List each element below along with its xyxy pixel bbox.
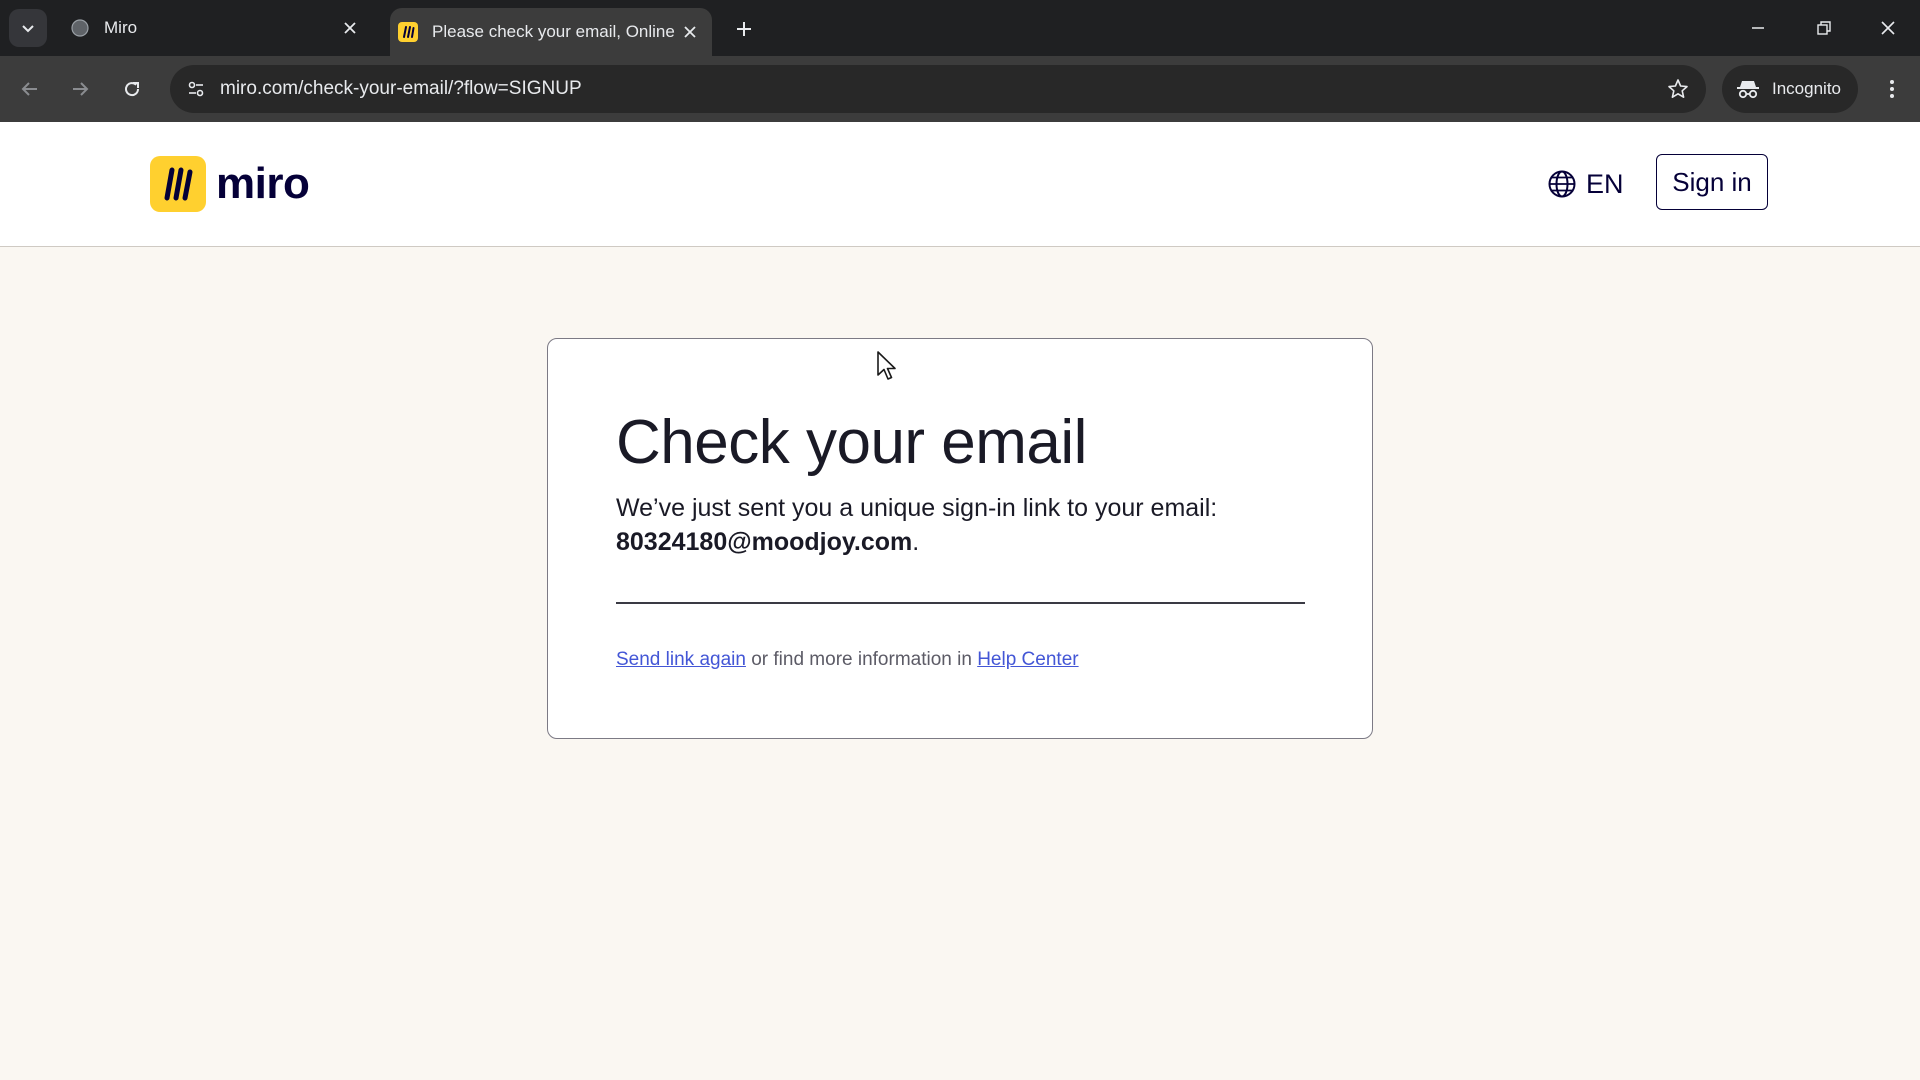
plus-icon — [737, 22, 751, 36]
close-tab-icon[interactable] — [336, 14, 364, 42]
url-text[interactable]: miro.com/check-your-email/?flow=SIGNUP — [220, 65, 582, 113]
tab-title: Miro — [104, 18, 138, 37]
incognito-indicator[interactable]: Incognito — [1722, 65, 1858, 113]
send-link-again-link[interactable]: Send link again — [616, 649, 746, 670]
browser-toolbar: miro.com/check-your-email/?flow=SIGNUP I… — [0, 56, 1920, 122]
reload-button[interactable] — [112, 69, 152, 109]
tab-title: Please check your email, Online — [432, 22, 675, 41]
reload-icon — [125, 82, 140, 97]
tab-miro[interactable]: Miro — [62, 10, 372, 46]
minimize-button[interactable] — [1736, 8, 1780, 48]
divider — [616, 602, 1305, 604]
arrow-right-icon — [73, 82, 89, 96]
help-center-link[interactable]: Help Center — [977, 649, 1078, 670]
back-button[interactable] — [10, 69, 50, 109]
browser-tabstrip: Miro Please check your email, Online — [0, 0, 1920, 56]
restore-icon — [1817, 21, 1831, 35]
globe-favicon-icon — [71, 19, 89, 37]
logo-text: miro — [216, 159, 310, 208]
card-message: We’ve just sent you a unique sign-in lin… — [616, 491, 1316, 559]
close-icon — [1881, 21, 1895, 35]
tab-check-email[interactable]: Please check your email, Online — [390, 8, 712, 56]
miro-logo-mark-icon — [150, 156, 206, 212]
mouse-cursor-icon — [877, 351, 896, 380]
browser-menu-button[interactable] — [1872, 69, 1912, 109]
footer-middle-text: or find more information in — [745, 649, 978, 670]
globe-icon — [1548, 170, 1576, 198]
new-tab-button[interactable] — [728, 14, 760, 44]
check-email-card: Check your email We’ve just sent you a u… — [547, 338, 1373, 739]
tab-search-button[interactable] — [9, 9, 47, 47]
address-bar[interactable]: miro.com/check-your-email/?flow=SIGNUP — [170, 65, 1706, 113]
language-selector[interactable]: EN — [1546, 164, 1624, 204]
arrow-left-icon — [21, 82, 37, 96]
message-text: We’ve just sent you a unique sign-in lin… — [616, 494, 1218, 522]
close-window-button[interactable] — [1866, 8, 1910, 48]
forward-button[interactable] — [60, 69, 100, 109]
bookmark-star-icon[interactable] — [1662, 73, 1694, 105]
incognito-icon — [1736, 76, 1762, 102]
page-title: Check your email — [616, 408, 1087, 477]
close-tab-icon[interactable] — [676, 18, 704, 46]
email-period: . — [912, 528, 920, 556]
miro-favicon-icon — [398, 22, 418, 42]
site-info-icon[interactable] — [180, 73, 212, 105]
miro-logo[interactable]: miro — [150, 156, 310, 212]
card-footer: Send link again or find more information… — [616, 649, 1079, 671]
language-code: EN — [1586, 168, 1624, 199]
site-header: miro EN Sign in — [0, 122, 1920, 247]
restore-button[interactable] — [1802, 8, 1846, 48]
chevron-down-icon — [22, 25, 34, 33]
more-vertical-icon — [1890, 80, 1894, 98]
sign-in-button[interactable]: Sign in — [1656, 154, 1768, 210]
email-address: 80324180@moodjoy.com — [616, 528, 913, 556]
incognito-label: Incognito — [1772, 79, 1841, 98]
minimize-icon — [1752, 27, 1764, 29]
